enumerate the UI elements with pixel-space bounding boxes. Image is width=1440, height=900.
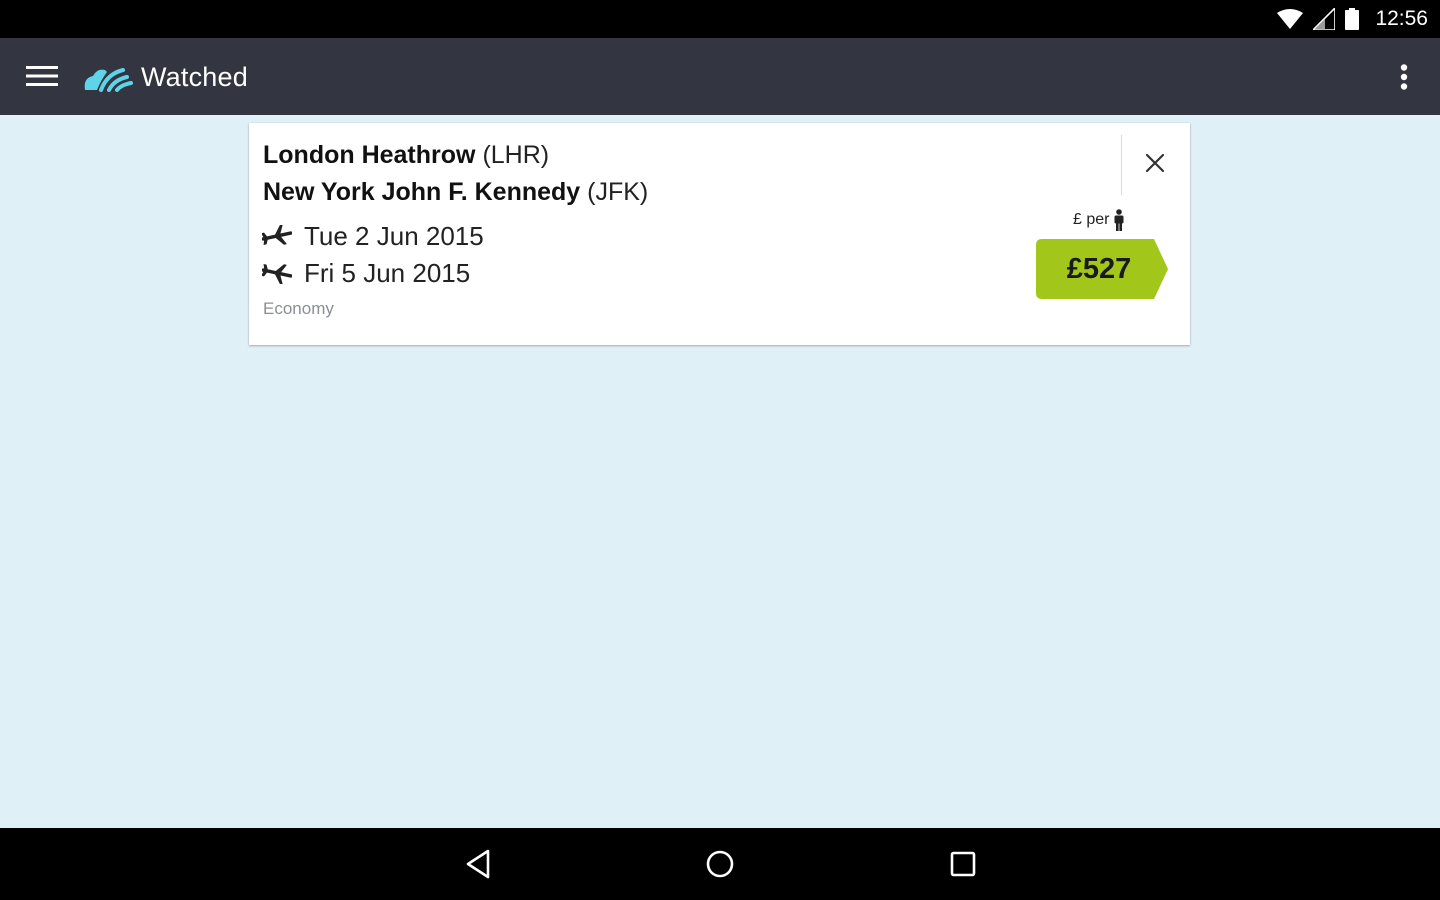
departure-plane-icon — [262, 222, 294, 250]
destination-airport-name: New York John F. Kennedy — [263, 178, 581, 206]
back-button[interactable] — [452, 842, 504, 886]
origin-line: London Heathrow (LHR) — [263, 140, 549, 170]
close-icon — [1145, 153, 1165, 173]
watched-flight-card[interactable]: London Heathrow (LHR) New York John F. K… — [249, 123, 1190, 345]
destination-airport-code: (JFK) — [587, 178, 649, 206]
origin-airport-name: London Heathrow — [263, 141, 476, 169]
home-button[interactable] — [694, 842, 746, 886]
back-icon — [466, 849, 490, 879]
menu-button[interactable] — [20, 58, 64, 94]
origin-airport-code: (LHR) — [482, 141, 550, 169]
person-icon — [1114, 209, 1124, 231]
price-button[interactable]: £527 — [1036, 239, 1168, 299]
navigation-bar — [0, 828, 1440, 900]
outbound-date-row: Tue 2 Jun 2015 — [262, 220, 484, 252]
status-icons: 12:56 — [1277, 0, 1428, 38]
wifi-icon — [1277, 9, 1304, 29]
destination-line: New York John F. Kennedy (JFK) — [263, 177, 648, 207]
recents-button[interactable] — [937, 842, 989, 886]
price-per-person-label: £ per — [1073, 209, 1125, 231]
battery-icon — [1345, 8, 1360, 30]
remove-watch-button[interactable] — [1137, 145, 1173, 181]
overflow-menu-button[interactable] — [1386, 58, 1422, 96]
price: £527 — [1066, 252, 1132, 285]
per-person-text: £ per — [1073, 211, 1110, 228]
page-title: Watched — [141, 62, 248, 92]
return-date-row: Fri 5 Jun 2015 — [262, 257, 470, 289]
skyscanner-logo-icon — [84, 68, 133, 92]
signal-icon — [1313, 8, 1336, 30]
divider — [1121, 135, 1122, 195]
status-bar: 12:56 — [0, 0, 1440, 38]
return-date: Fri 5 Jun 2015 — [304, 257, 471, 288]
app-bar: Watched — [0, 38, 1440, 115]
cabin-class: Economy — [263, 299, 334, 318]
home-icon — [706, 850, 734, 878]
arrival-plane-icon — [262, 259, 294, 287]
outbound-date: Tue 2 Jun 2015 — [304, 220, 484, 251]
recents-icon — [950, 851, 976, 877]
more-vert-icon — [1400, 64, 1408, 90]
hamburger-menu-icon — [26, 66, 58, 86]
clock: 12:56 — [1375, 7, 1428, 30]
